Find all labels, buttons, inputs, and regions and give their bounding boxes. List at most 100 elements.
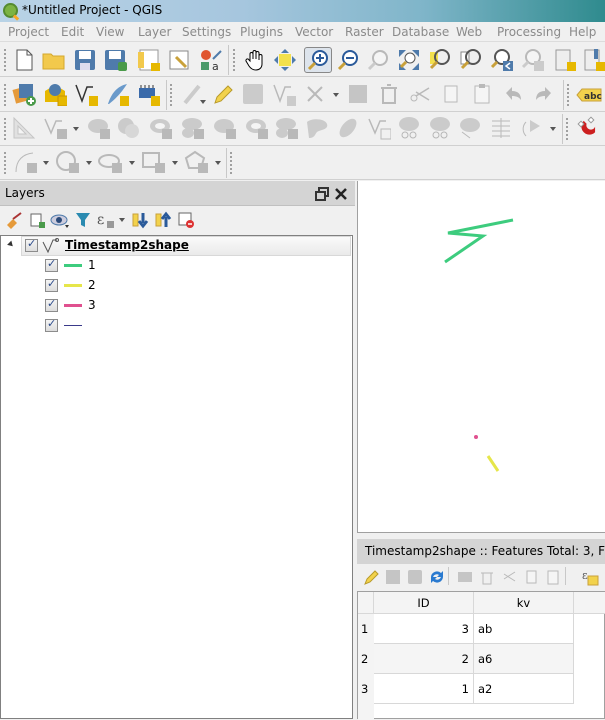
category-checkbox-3[interactable] [45, 297, 58, 312]
pan-icon[interactable] [243, 48, 267, 72]
feature-yellow-line[interactable] [486, 455, 500, 472]
row-header[interactable]: 3 [358, 674, 374, 704]
split-features-icon[interactable] [397, 116, 421, 140]
menu-layer[interactable]: Layer [138, 25, 171, 39]
filter-legend-icon[interactable] [71, 208, 95, 232]
new-gpx-icon[interactable] [105, 82, 129, 106]
zoom-in-icon[interactable] [304, 47, 332, 73]
new-project-icon[interactable] [12, 48, 36, 72]
layer-visibility-checkbox[interactable] [25, 237, 38, 252]
menu-processing[interactable]: Processing [497, 25, 561, 39]
remove-layer-icon[interactable] [174, 208, 198, 232]
toolbar-grip[interactable] [170, 84, 173, 106]
offset-curve-icon[interactable] [336, 116, 360, 140]
toggle-editing-icon[interactable] [210, 82, 234, 106]
category-checkbox-other[interactable] [45, 317, 58, 332]
add-circle-icon[interactable] [55, 150, 79, 174]
add-layer-icon[interactable] [12, 82, 36, 106]
toolbar-grip[interactable] [567, 84, 570, 106]
select-by-expression-icon[interactable]: ε [578, 565, 602, 589]
expand-all-icon[interactable] [128, 208, 152, 232]
cell-kv[interactable]: a2 [474, 674, 574, 704]
feature-green-line[interactable] [444, 218, 514, 264]
add-ellipse-dropdown[interactable] [129, 161, 135, 165]
cell-id[interactable]: 1 [374, 674, 474, 704]
delete-feature-icon[interactable] [475, 565, 499, 589]
rotate-point-dropdown[interactable] [550, 127, 556, 131]
cut-icon[interactable] [408, 82, 432, 106]
redo-icon[interactable] [532, 82, 556, 106]
add-circle-dropdown[interactable] [86, 161, 92, 165]
cell-id[interactable]: 3 [374, 614, 474, 644]
paste-icon[interactable] [470, 82, 494, 106]
reverse-line-icon[interactable] [367, 116, 391, 140]
close-panel-icon[interactable] [329, 182, 353, 206]
toolbar-grip[interactable] [566, 118, 569, 140]
zoom-to-selection-icon[interactable] [428, 48, 452, 72]
row-header[interactable]: 2 [358, 644, 374, 674]
zoom-native-icon[interactable] [366, 48, 390, 72]
new-shapefile-icon[interactable] [74, 82, 98, 106]
measure-icon[interactable] [12, 116, 36, 140]
merge-features-icon[interactable] [458, 116, 482, 140]
zoom-full-icon[interactable] [397, 48, 421, 72]
add-polygon-dropdown[interactable] [215, 161, 221, 165]
pan-to-selection-icon[interactable] [273, 48, 297, 72]
toolbar-grip[interactable] [4, 152, 7, 174]
current-edits-dropdown[interactable] [200, 100, 206, 104]
rotate-point-icon[interactable] [520, 116, 544, 140]
new-map-view-icon[interactable] [553, 48, 577, 72]
save-edits-icon[interactable] [241, 82, 265, 106]
delete-part-icon[interactable] [274, 116, 298, 140]
open-project-icon[interactable] [42, 48, 66, 72]
add-spatialite-icon[interactable] [43, 82, 67, 106]
row-header[interactable]: 1 [358, 614, 374, 644]
category-checkbox-1[interactable] [45, 257, 58, 272]
zoom-last-icon[interactable] [490, 48, 514, 72]
toolbar-grip[interactable] [4, 84, 7, 106]
zoom-to-layer-icon[interactable] [459, 48, 483, 72]
menu-web[interactable]: Web [456, 25, 482, 39]
add-rectangle-icon[interactable] [141, 150, 165, 174]
layer-name[interactable]: Timestamp2shape [65, 238, 189, 252]
vertex-tool-icon[interactable] [303, 82, 327, 106]
zoom-out-icon[interactable] [336, 48, 360, 72]
add-polygon-icon[interactable] [184, 150, 208, 174]
merge-attributes-icon[interactable] [489, 116, 513, 140]
save-edits-icon[interactable] [403, 565, 427, 589]
add-feature-icon[interactable] [453, 565, 477, 589]
corner-header[interactable] [358, 592, 374, 614]
delete-selected-icon[interactable] [377, 82, 401, 106]
menu-help[interactable]: Help [569, 25, 596, 39]
save-as-icon[interactable] [104, 48, 128, 72]
save-project-icon[interactable] [73, 48, 97, 72]
paste-icon[interactable] [541, 565, 565, 589]
add-ring-icon[interactable] [43, 116, 67, 140]
multi-edit-icon[interactable] [381, 565, 405, 589]
menu-settings[interactable]: Settings [182, 25, 231, 39]
column-header-kv[interactable]: kv [474, 592, 574, 614]
column-header-id[interactable]: ID [374, 592, 474, 614]
rotate-feature-icon[interactable] [86, 116, 110, 140]
add-circular-string-dropdown[interactable] [43, 161, 49, 165]
reshape-icon[interactable] [305, 116, 329, 140]
map-canvas[interactable] [357, 181, 605, 533]
add-ellipse-icon[interactable] [98, 150, 122, 174]
manage-visibility-icon[interactable] [48, 208, 72, 232]
cell-id[interactable]: 2 [374, 644, 474, 674]
layout-manager-icon[interactable] [168, 48, 192, 72]
cut-icon[interactable] [497, 565, 521, 589]
copy-icon[interactable] [439, 82, 463, 106]
style-manager-icon[interactable]: a [199, 48, 223, 72]
category-checkbox-2[interactable] [45, 277, 58, 292]
cell-kv[interactable]: ab [474, 614, 574, 644]
cell-kv[interactable]: a6 [474, 644, 574, 674]
menu-vector[interactable]: Vector [295, 25, 333, 39]
snapping-icon[interactable] [576, 116, 600, 140]
collapse-arrow-icon[interactable] [7, 240, 15, 249]
toolbar-grip[interactable] [4, 118, 7, 140]
fill-ring-icon[interactable] [212, 116, 236, 140]
add-part-icon[interactable] [180, 116, 204, 140]
new-print-layout-icon[interactable] [137, 48, 161, 72]
zoom-next-icon[interactable] [521, 48, 545, 72]
